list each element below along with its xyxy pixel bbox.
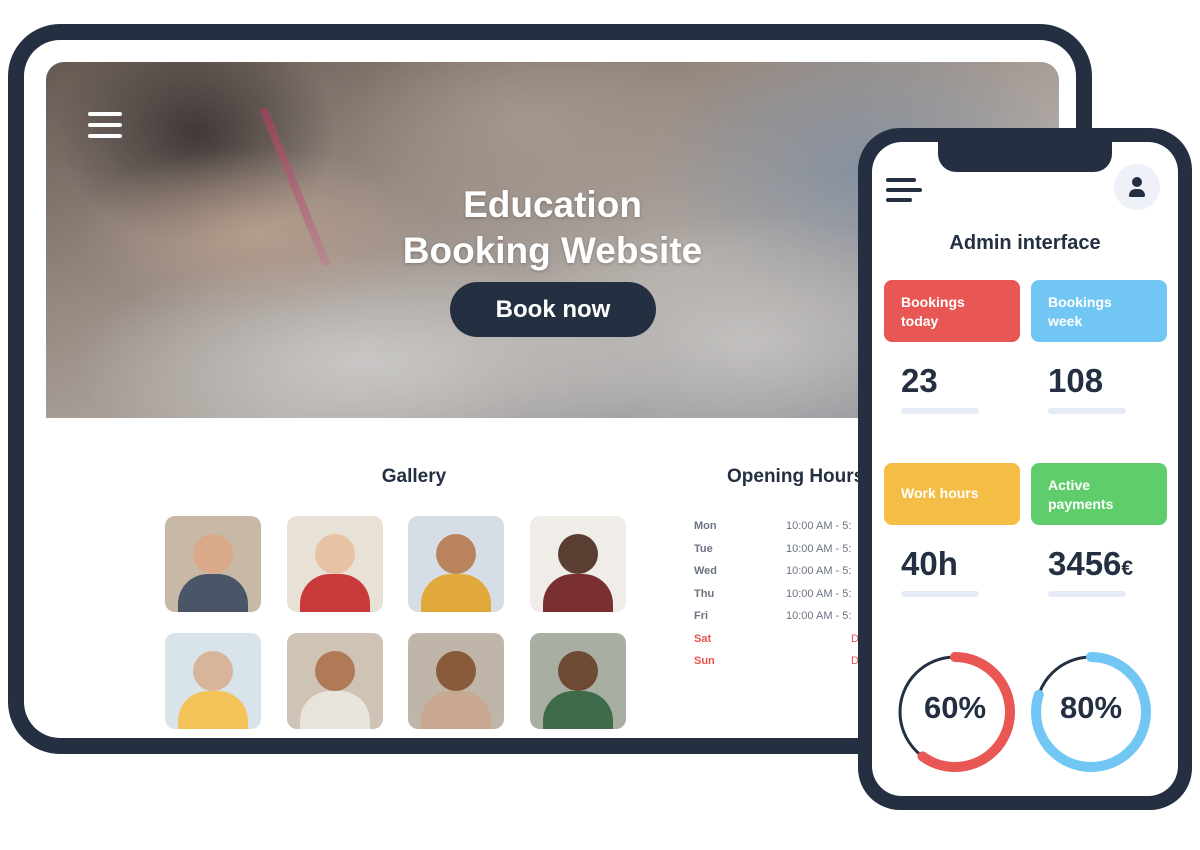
- stat-card[interactable]: Bookings week: [1031, 280, 1167, 342]
- progress-gauge: 80%: [1029, 650, 1153, 774]
- stat-number: 3456: [1048, 545, 1122, 582]
- stat-number: 23: [901, 362, 938, 399]
- stat-value: 23: [901, 362, 938, 400]
- stat-card-label-line2: payments: [1048, 496, 1114, 512]
- user-profile-icon[interactable]: [1114, 164, 1160, 210]
- stat-card[interactable]: Bookings today: [884, 280, 1020, 342]
- hours-day: Mon: [694, 520, 717, 532]
- stat-value: 108: [1048, 362, 1103, 400]
- hours-day: Thu: [694, 587, 715, 600]
- hours-time: 10:00 AM - 5:: [786, 542, 852, 555]
- hours-day: Wed: [694, 565, 718, 577]
- gallery-thumbnail[interactable]: [165, 633, 261, 729]
- hamburger-menu-icon[interactable]: [88, 112, 122, 138]
- opening-hours-row: Fri 10:00 AM - 5:: [694, 610, 884, 630]
- phone-menu-icon[interactable]: [886, 178, 922, 206]
- progress-gauge: 60%: [893, 650, 1017, 774]
- book-now-button[interactable]: Book now: [450, 282, 656, 337]
- phone-screen: Admin interface Bookings today 23 Bookings w…: [872, 142, 1178, 796]
- admin-title: Admin interface: [949, 232, 1101, 254]
- stat-card-label-line2: week: [1048, 313, 1083, 329]
- stat-value: 3456€: [1048, 545, 1133, 583]
- opening-hours-row: Sun D: [694, 655, 884, 675]
- hours-time: 10:00 AM - 5:: [786, 520, 852, 532]
- stat-number: 40h: [901, 545, 958, 582]
- stat-card-label-line1: Bookings: [901, 294, 965, 310]
- stat-placeholder-bar: [901, 591, 979, 597]
- gallery-title: Gallery: [381, 466, 447, 487]
- opening-hours-row: Thu 10:00 AM - 5:: [694, 588, 884, 608]
- stat-card-label-line1: Work hours: [901, 485, 979, 501]
- opening-hours-title: Opening Hours: [727, 466, 865, 487]
- hours-time: 10:00 AM - 5:: [786, 565, 852, 577]
- gallery-thumbnail[interactable]: [286, 516, 383, 612]
- hours-day: Fri: [694, 610, 709, 622]
- opening-hours-row: Sat D: [694, 633, 884, 653]
- stat-placeholder-bar: [1048, 408, 1126, 414]
- opening-hours-row: Mon 10:00 AM - 5:: [694, 520, 884, 540]
- stat-card-label-line2: today: [901, 313, 939, 329]
- stat-placeholder-bar: [901, 408, 979, 414]
- phone-notch: [938, 142, 1112, 172]
- opening-hours-row: Wed 10:00 AM - 5:: [694, 565, 884, 585]
- hours-day: Tue: [694, 542, 713, 555]
- stat-unit: €: [1121, 557, 1134, 580]
- gallery-thumbnail[interactable]: [286, 633, 383, 729]
- stat-value: 40h: [901, 545, 958, 583]
- phone-frame: Admin interface Bookings today 23 Bookings w…: [858, 128, 1192, 810]
- stat-placeholder-bar: [1048, 591, 1126, 597]
- stat-card[interactable]: Work hours: [884, 463, 1020, 525]
- hours-day: Sun: [694, 655, 715, 667]
- gallery-grid: [165, 516, 635, 738]
- gallery-thumbnail[interactable]: [529, 516, 626, 612]
- gauge-label: 60%: [923, 690, 987, 725]
- hours-time: 10:00 AM - 5:: [786, 610, 852, 622]
- stat-card-label-line1: Bookings: [1048, 294, 1112, 310]
- stat-card[interactable]: Active payments: [1031, 463, 1167, 525]
- stat-card-label-line1: Active: [1048, 477, 1091, 493]
- hours-day: Sat: [694, 632, 712, 645]
- stat-number: 108: [1048, 362, 1104, 399]
- hours-time: 10:00 AM - 5:: [786, 587, 852, 600]
- gallery-thumbnail[interactable]: [529, 633, 626, 729]
- gallery-thumbnail[interactable]: [408, 516, 504, 612]
- opening-hours-row: Tue 10:00 AM - 5:: [694, 543, 884, 563]
- gallery-thumbnail[interactable]: [408, 633, 504, 729]
- gallery-thumbnail[interactable]: [165, 516, 261, 612]
- gauge-label: 80%: [1059, 690, 1123, 725]
